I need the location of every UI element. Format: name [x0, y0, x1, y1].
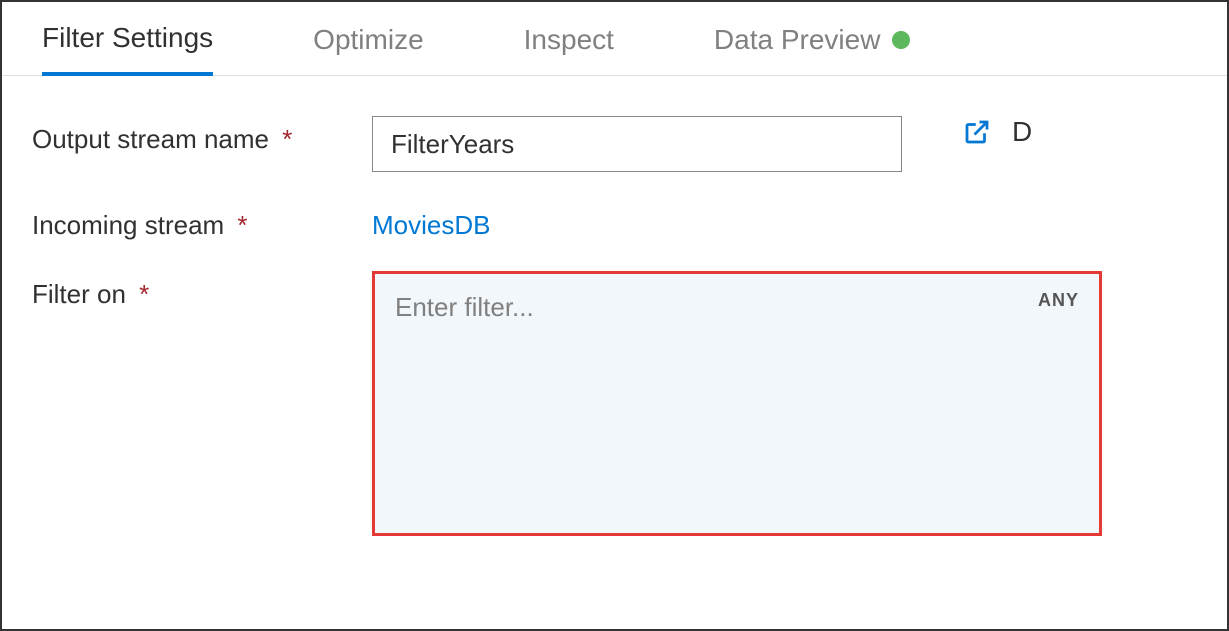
filter-on-label: Filter on * — [32, 271, 372, 310]
filter-on-row: Filter on * Enter filter... ANY — [32, 271, 1197, 536]
incoming-stream-link[interactable]: MoviesDB — [372, 202, 490, 241]
output-stream-input[interactable] — [372, 116, 902, 172]
output-stream-label: Output stream name * — [32, 116, 372, 155]
filter-expression-input[interactable]: Enter filter... ANY — [372, 271, 1102, 536]
incoming-stream-row: Incoming stream * MoviesDB — [32, 202, 1197, 241]
required-asterisk-icon: * — [139, 279, 149, 309]
tab-data-preview[interactable]: Data Preview — [714, 24, 911, 74]
output-stream-label-text: Output stream name — [32, 124, 269, 154]
filter-placeholder-text: Enter filter... — [395, 292, 534, 322]
filter-on-label-text: Filter on — [32, 279, 126, 309]
truncated-label: D — [1012, 116, 1032, 148]
open-external-icon[interactable] — [962, 117, 992, 147]
filter-settings-panel: Output stream name * D Incoming stream *… — [2, 76, 1227, 606]
status-indicator-icon — [892, 31, 910, 49]
incoming-stream-label-text: Incoming stream — [32, 210, 224, 240]
tab-data-preview-label: Data Preview — [714, 24, 881, 56]
required-asterisk-icon: * — [237, 210, 247, 240]
tab-bar: Filter Settings Optimize Inspect Data Pr… — [2, 2, 1227, 76]
tab-inspect[interactable]: Inspect — [524, 24, 614, 74]
incoming-stream-label: Incoming stream * — [32, 202, 372, 241]
output-stream-right-controls: D — [962, 116, 1032, 148]
filter-type-badge: ANY — [1038, 290, 1079, 311]
required-asterisk-icon: * — [282, 124, 292, 154]
tab-optimize[interactable]: Optimize — [313, 24, 423, 74]
output-stream-row: Output stream name * D — [32, 116, 1197, 172]
tab-filter-settings[interactable]: Filter Settings — [42, 22, 213, 76]
